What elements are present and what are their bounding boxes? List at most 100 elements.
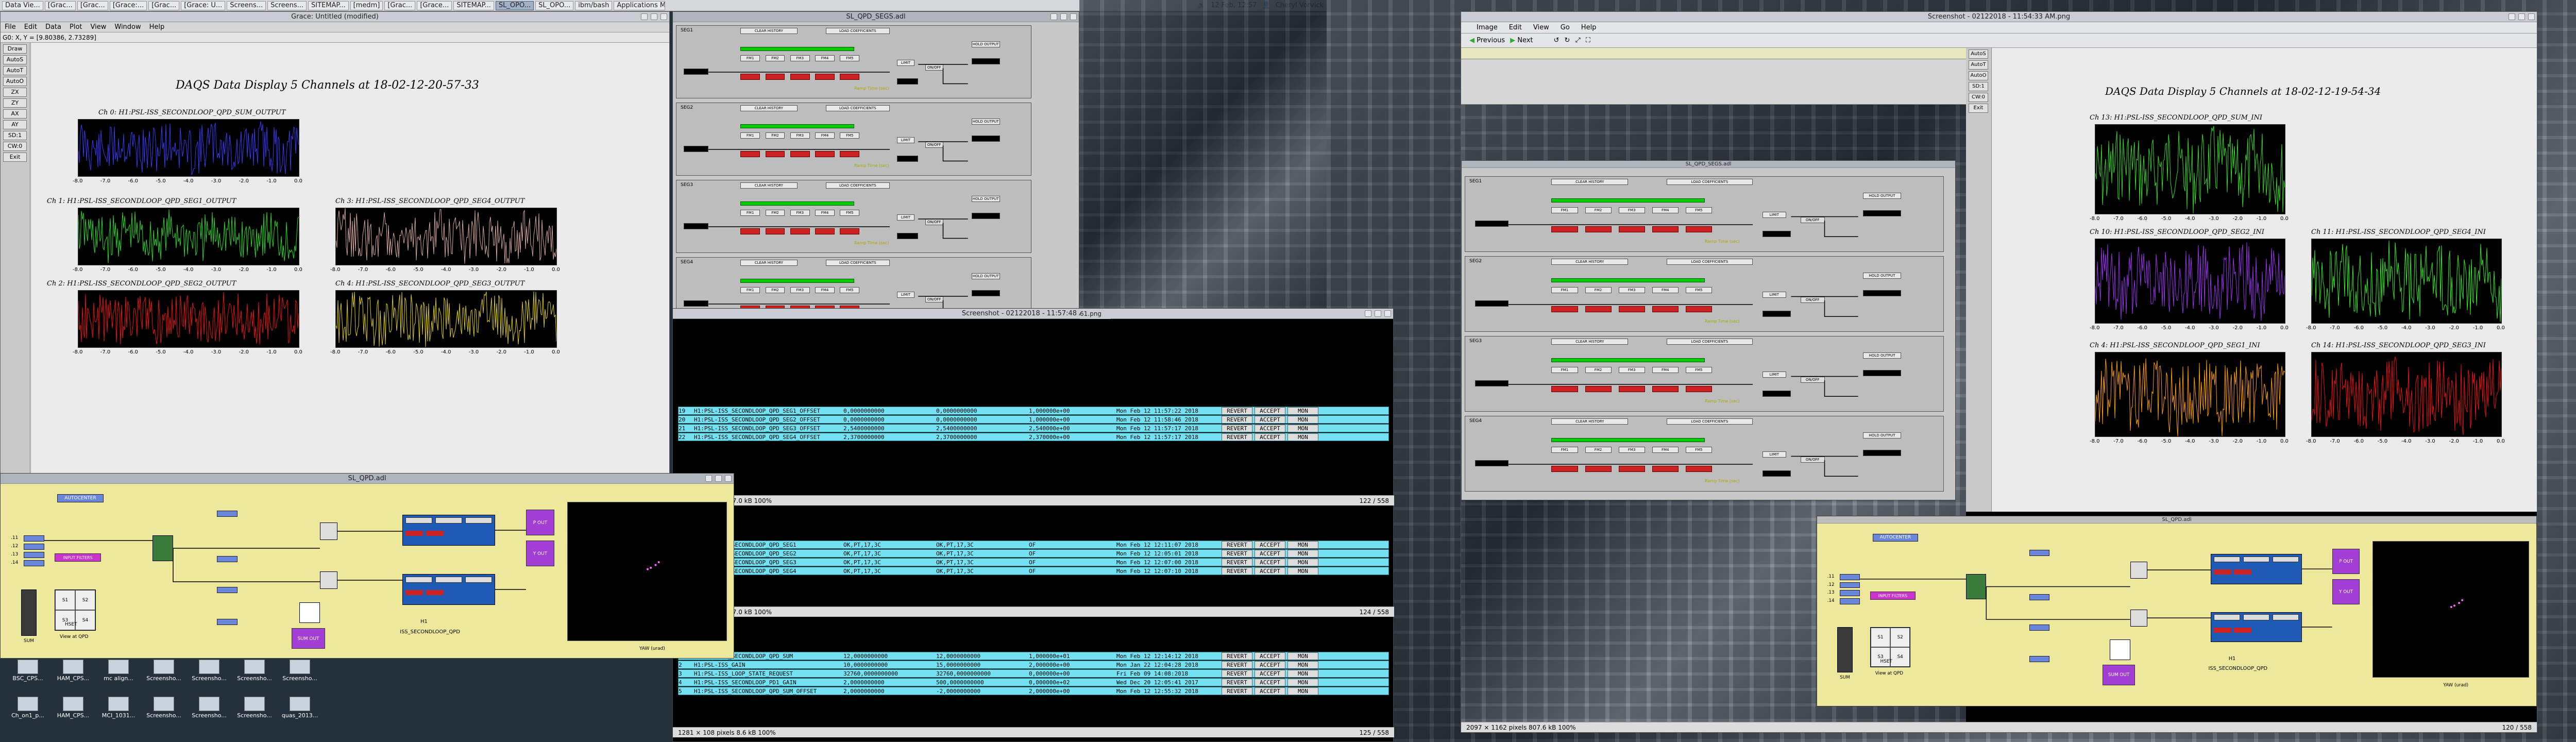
menu-help[interactable]: Help [1581, 22, 1597, 33]
module-button[interactable] [2243, 556, 2270, 563]
row-action-button[interactable]: REVERT [1222, 550, 1252, 557]
row-action-button[interactable]: REVERT [1222, 433, 1252, 441]
input-filters-button[interactable]: INPUT FILTERS [55, 553, 101, 562]
fm-button[interactable]: FM1 [740, 287, 760, 293]
embedded-grace-plot[interactable] [2311, 352, 2502, 437]
on-off-button[interactable]: ON/OFF [1801, 456, 1825, 463]
output-button[interactable]: Y OUT [526, 541, 554, 566]
autocenter-button[interactable]: AUTOCENTER [1872, 533, 1918, 542]
on-off-button[interactable]: ON/OFF [1801, 296, 1825, 303]
fm-button[interactable]: FM4 [1652, 366, 1679, 373]
fm-button[interactable]: FM2 [1585, 286, 1612, 293]
minimize-button[interactable] [641, 13, 648, 20]
fm-button[interactable]: FM4 [1652, 446, 1679, 453]
desktop-icon[interactable]: Screensho... [234, 660, 275, 682]
desktop-icon[interactable]: Screensho... [189, 697, 229, 719]
row-action-button[interactable]: ACCEPT [1255, 567, 1285, 575]
grace-plot[interactable] [78, 208, 299, 265]
fm-button[interactable]: FM1 [1551, 286, 1578, 293]
clear-history-button[interactable]: CLEAR HISTORY [740, 28, 798, 34]
load-coefficients-button[interactable]: LOAD COEFFICIENTS [1666, 418, 1753, 425]
fm-button[interactable]: FM5 [1685, 446, 1712, 453]
fm-button[interactable]: FM4 [815, 132, 835, 139]
fm-button[interactable]: FM5 [840, 132, 860, 139]
module-button[interactable] [435, 577, 462, 583]
row-action-button[interactable]: MON [1287, 559, 1318, 566]
fm-button[interactable]: FM3 [790, 55, 810, 61]
taskbar-item[interactable]: [Grac... [148, 1, 180, 10]
row-action-button[interactable]: ACCEPT [1255, 661, 1285, 668]
taskbar-item[interactable]: [Grac... [384, 1, 416, 10]
menu-image[interactable]: Image [1477, 22, 1498, 33]
embedded-grace-plot[interactable] [2095, 124, 2285, 214]
fm-button[interactable]: FM2 [1585, 446, 1612, 453]
fm-button[interactable]: FM4 [815, 287, 835, 293]
taskbar-item[interactable]: SL_OPO... [495, 1, 534, 10]
row-action-button[interactable]: REVERT [1222, 425, 1252, 432]
grace-plot[interactable] [78, 119, 299, 177]
fm-button[interactable]: FM2 [765, 55, 785, 61]
rotate-left-icon[interactable]: ↺ [1554, 37, 1560, 44]
row-action-button[interactable]: ACCEPT [1255, 652, 1285, 660]
menu-file[interactable]: File [5, 22, 16, 32]
row-action-button[interactable]: MON [1287, 670, 1318, 677]
clear-history-button[interactable]: CLEAR HISTORY [740, 260, 798, 266]
fm-button[interactable]: FM5 [1685, 366, 1712, 373]
embedded-grace-plot[interactable] [2095, 352, 2285, 437]
pitch-yaw-scatter[interactable] [2372, 541, 2529, 678]
output-button[interactable]: P OUT [2332, 549, 2360, 574]
taskbar-item[interactable]: ibm/bash [575, 1, 613, 10]
maximize-button[interactable] [2518, 13, 2525, 20]
tool-zx[interactable]: ZX [3, 88, 27, 97]
tool-autot[interactable]: AutoT [3, 66, 27, 75]
fm-button[interactable]: FM4 [1652, 286, 1679, 293]
module-button[interactable] [465, 517, 492, 524]
module-button[interactable] [405, 517, 432, 524]
tool-ax[interactable]: AX [3, 109, 27, 119]
fm-button[interactable]: FM5 [840, 287, 860, 293]
row-action-button[interactable]: ACCEPT [1255, 541, 1285, 548]
hold-output-button[interactable]: HOLD OUTPUT [971, 196, 1000, 202]
row-action-button[interactable]: ACCEPT [1255, 550, 1285, 557]
module-button[interactable] [2272, 556, 2299, 563]
module-button[interactable] [2243, 614, 2270, 621]
fm-button[interactable]: FM2 [765, 210, 785, 216]
grace-plot[interactable] [335, 290, 557, 348]
fm-button[interactable]: FM3 [1618, 446, 1645, 453]
fm-button[interactable]: FM4 [815, 55, 835, 61]
fm-button[interactable]: FM1 [740, 132, 760, 139]
taskbar-item[interactable]: [Grac... [44, 1, 76, 10]
desktop-icon[interactable]: Screensho... [189, 660, 229, 682]
hold-output-button[interactable]: HOLD OUTPUT [971, 273, 1000, 279]
limit-button[interactable]: LIMIT [896, 137, 915, 143]
close-button[interactable] [725, 475, 732, 482]
maximize-button[interactable] [1060, 13, 1067, 20]
row-action-button[interactable]: REVERT [1222, 687, 1252, 695]
row-action-button[interactable]: ACCEPT [1255, 559, 1285, 566]
desktop-icon[interactable]: Screensho... [280, 660, 320, 682]
on-off-button[interactable]: ON/OFF [1801, 216, 1825, 223]
embedded-grace-plot[interactable] [2311, 239, 2502, 324]
fm-button[interactable]: FM3 [1618, 366, 1645, 373]
on-off-button[interactable]: ON/OFF [925, 219, 943, 225]
row-action-button[interactable]: ACCEPT [1255, 425, 1285, 432]
fm-button[interactable]: FM3 [1618, 286, 1645, 293]
tool-autoo[interactable]: AutoO [3, 77, 27, 86]
on-off-button[interactable]: ON/OFF [925, 142, 943, 148]
row-action-button[interactable]: REVERT [1222, 559, 1252, 566]
window-titlebar[interactable]: SL_QPD.adl [1, 474, 734, 484]
menu-plot[interactable]: Plot [70, 22, 82, 32]
on-off-button[interactable]: ON/OFF [925, 64, 943, 71]
row-action-button[interactable]: REVERT [1222, 670, 1252, 677]
row-action-button[interactable]: ACCEPT [1255, 433, 1285, 441]
window-titlebar[interactable]: Grace: Untitled (modified) [1, 12, 669, 22]
row-action-button[interactable]: MON [1287, 567, 1318, 575]
limit-button[interactable]: LIMIT [1762, 372, 1787, 378]
minimize-button[interactable] [2509, 13, 2515, 20]
minimize-button[interactable] [1050, 13, 1057, 20]
row-action-button[interactable]: ACCEPT [1255, 416, 1285, 423]
row-action-button[interactable]: MON [1287, 687, 1318, 695]
menu-data[interactable]: Data [45, 22, 61, 32]
load-coefficients-button[interactable]: LOAD COEFFICIENTS [825, 260, 890, 266]
fm-button[interactable]: FM5 [840, 210, 860, 216]
